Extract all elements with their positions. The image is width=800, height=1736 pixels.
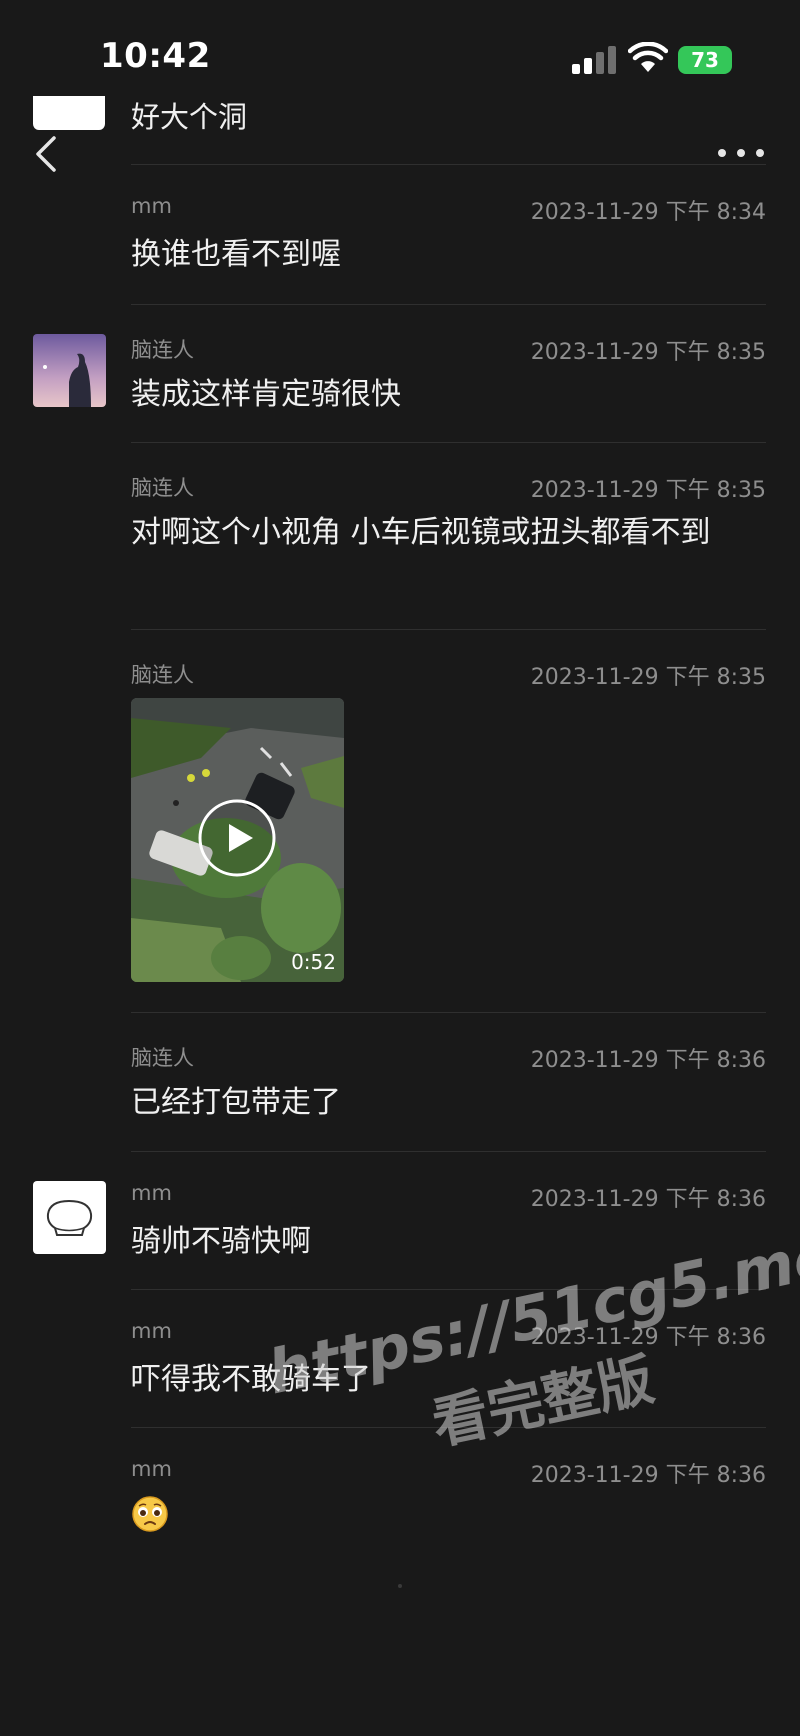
- message-item[interactable]: 脑连人 2023-11-29 下午 8:35 0:52: [0, 629, 800, 1012]
- divider: [131, 304, 766, 305]
- video-duration: 0:52: [291, 950, 336, 974]
- message-time: 2023-11-29 下午 8:34: [530, 200, 766, 225]
- message-time: 2023-11-29 下午 8:36: [530, 1048, 766, 1073]
- avatar[interactable]: [33, 334, 106, 407]
- divider: [398, 1584, 402, 1588]
- divider: [131, 1151, 766, 1152]
- message-text: 换谁也看不到喔: [131, 237, 341, 272]
- partial-message: 好大个洞: [0, 90, 800, 164]
- message-item[interactable]: 脑连人 2023-11-29 下午 8:36 已经打包带走了: [0, 1012, 800, 1151]
- message-sender: mm: [131, 1181, 172, 1205]
- divider: [131, 442, 766, 443]
- battery-indicator: 73: [678, 46, 732, 74]
- message-sender: 脑连人: [131, 663, 194, 687]
- avatar[interactable]: [33, 1181, 106, 1254]
- message-text: 对啊这个小视角 小车后视镜或扭头都看不到: [131, 515, 711, 550]
- message-text: 好大个洞: [131, 100, 248, 134]
- message-time: 2023-11-29 下午 8:35: [530, 478, 766, 503]
- message-sender: 脑连人: [131, 476, 194, 500]
- message-text: 已经打包带走了: [131, 1085, 341, 1120]
- wifi-icon: [628, 42, 668, 72]
- message-item[interactable]: mm 2023-11-29 下午 8:34 换谁也看不到喔: [0, 164, 800, 304]
- pleading-face-icon: [132, 1496, 168, 1532]
- status-time: 10:42: [100, 36, 211, 76]
- divider: [131, 1012, 766, 1013]
- cellular-signal-icon: [572, 44, 616, 74]
- message-sender: mm: [131, 194, 172, 218]
- message-sender: 脑连人: [131, 338, 194, 362]
- message-sender: mm: [131, 1319, 172, 1343]
- message-item[interactable]: 脑连人 2023-11-29 下午 8:35 对啊这个小视角 小车后视镜或扭头都…: [0, 442, 800, 629]
- message-text: 装成这样肯定骑很快: [131, 377, 401, 412]
- divider: [131, 164, 766, 165]
- play-icon[interactable]: [197, 798, 277, 878]
- message-time: 2023-11-29 下午 8:36: [530, 1187, 766, 1212]
- message-item[interactable]: 脑连人 2023-11-29 下午 8:35 装成这样肯定骑很快: [0, 304, 800, 442]
- divider: [131, 629, 766, 630]
- message-time: 2023-11-29 下午 8:35: [530, 665, 766, 690]
- message-time: 2023-11-29 下午 8:35: [530, 340, 766, 365]
- message-sender: mm: [131, 1457, 172, 1481]
- message-sender: 脑连人: [131, 1046, 194, 1070]
- video-thumbnail[interactable]: 0:52: [131, 698, 344, 982]
- avatar: [33, 96, 105, 130]
- battery-level: 73: [691, 48, 719, 72]
